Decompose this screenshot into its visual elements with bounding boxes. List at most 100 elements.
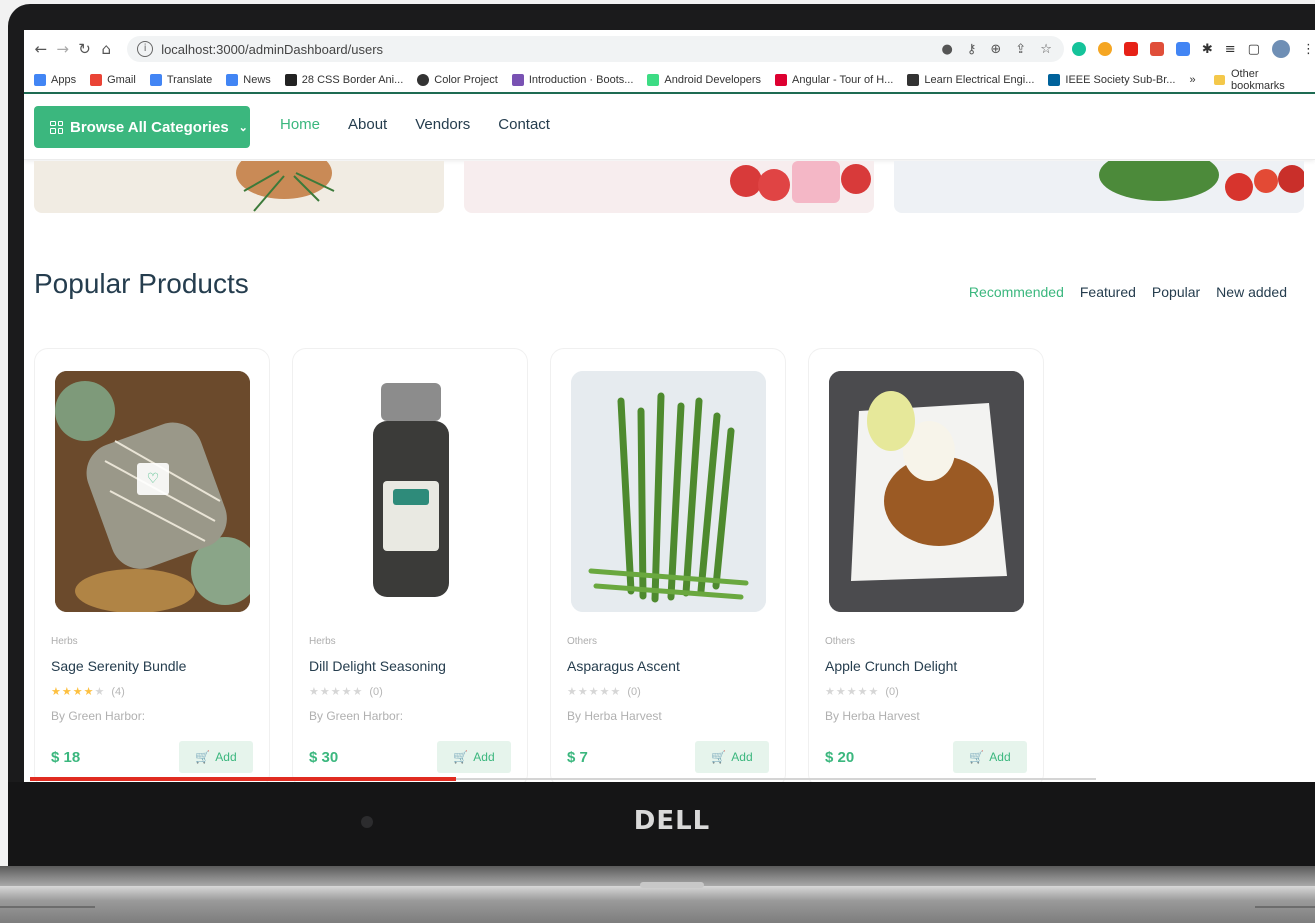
promo-banner[interactable]	[34, 161, 444, 213]
product-card[interactable]: ♡ Herbs Sage Serenity Bundle ★★★★★ (4) B…	[34, 348, 270, 782]
add-to-cart-button[interactable]: 🛒 Add	[953, 741, 1027, 773]
review-count: (4)	[111, 685, 125, 698]
reading-list-icon[interactable]: ≡	[1225, 42, 1236, 57]
bookmark-item[interactable]: Gmail	[90, 74, 136, 86]
bookmark-item[interactable]: News	[226, 74, 271, 86]
grammarly-extension-icon[interactable]	[1071, 42, 1086, 56]
laptop-base-groove	[0, 906, 95, 908]
address-bar[interactable]: i localhost:3000/adminDashboard/users ● …	[127, 36, 1064, 62]
product-card[interactable]: Others Asparagus Ascent ★★★★★ (0) By Her…	[550, 348, 786, 782]
spice-jar-image	[373, 383, 449, 597]
bookmark-item[interactable]: Android Developers	[647, 74, 761, 86]
tab-featured[interactable]: Featured	[1080, 284, 1136, 300]
side-panel-icon[interactable]: ▢	[1248, 42, 1260, 57]
product-name[interactable]: Apple Crunch Delight	[825, 658, 957, 674]
youtube-extension-icon[interactable]	[1123, 42, 1138, 56]
android-icon	[647, 74, 660, 86]
product-image-dill[interactable]	[313, 371, 508, 612]
add-label: Add	[215, 750, 237, 764]
product-price: $ 7	[567, 749, 588, 766]
other-bookmarks-button[interactable]: Other bookmarks	[1231, 68, 1311, 92]
star-rating-icons: ★★★★★	[51, 685, 106, 698]
nav-home[interactable]: Home	[280, 116, 320, 133]
video-progress-bar[interactable]	[30, 777, 456, 781]
product-vendor[interactable]: By Green Harbor:	[51, 709, 145, 723]
tab-popular[interactable]: Popular	[1152, 284, 1200, 300]
nav-vendors[interactable]: Vendors	[415, 116, 470, 133]
bookmark-item[interactable]: Apps	[34, 74, 76, 86]
banner-strawberry-image	[730, 161, 871, 203]
share-icon[interactable]: ⇪	[1015, 42, 1026, 57]
add-to-cart-button[interactable]: 🛒 Add	[179, 741, 253, 773]
profile-avatar[interactable]	[1271, 40, 1290, 58]
laptop-hinge-notch	[640, 882, 704, 888]
browser-menu-icon[interactable]: ⋮	[1302, 42, 1315, 57]
product-image-asparagus[interactable]	[571, 371, 766, 612]
review-count: (0)	[369, 685, 383, 698]
honey-extension-icon[interactable]	[1097, 42, 1112, 56]
bookmark-favicon-icon	[284, 74, 297, 86]
reload-icon[interactable]: ↻	[74, 40, 96, 58]
browse-categories-button[interactable]: Browse All Categories ⌄	[34, 106, 250, 148]
home-icon[interactable]: ⌂	[95, 40, 117, 58]
product-vendor[interactable]: By Herba Harvest	[825, 709, 920, 723]
product-vendor[interactable]: By Green Harbor:	[309, 709, 403, 723]
key-icon[interactable]: ⚷	[967, 42, 977, 57]
tp-extension-icon[interactable]	[1149, 42, 1164, 56]
product-category: Others	[567, 636, 598, 647]
product-category: Herbs	[309, 636, 336, 647]
promo-banner[interactable]	[894, 161, 1304, 213]
chevron-down-icon: ⌄	[238, 121, 248, 134]
webcam	[361, 816, 373, 828]
bookmark-favicon-icon	[417, 74, 430, 86]
product-category: Others	[825, 636, 856, 647]
product-price: $ 30	[309, 749, 339, 766]
location-icon[interactable]: ●	[942, 42, 953, 57]
browser-window: ← → ↻ ⌂ i localhost:3000/adminDashboard/…	[24, 30, 1315, 782]
tab-new-added[interactable]: New added	[1216, 284, 1287, 300]
product-image-apple-crunch[interactable]	[829, 371, 1024, 612]
tab-recommended[interactable]: Recommended	[969, 284, 1064, 300]
add-to-cart-button[interactable]: 🛒 Add	[695, 741, 769, 773]
site-info-icon[interactable]: i	[137, 41, 154, 57]
product-vendor[interactable]: By Herba Harvest	[567, 709, 662, 723]
product-card[interactable]: Herbs Dill Delight Seasoning ★★★★★ (0) B…	[292, 348, 528, 782]
forward-icon[interactable]: →	[52, 40, 74, 58]
laptop-scene: ← → ↻ ⌂ i localhost:3000/adminDashboard/…	[0, 0, 1315, 923]
extensions-puzzle-icon[interactable]: ✱	[1202, 42, 1213, 57]
nav-about[interactable]: About	[348, 116, 387, 133]
wishlist-heart-icon[interactable]: ♡	[137, 463, 169, 495]
product-card[interactable]: Others Apple Crunch Delight ★★★★★ (0) By…	[808, 348, 1044, 782]
nav-contact[interactable]: Contact	[498, 116, 550, 133]
add-label: Add	[473, 750, 495, 764]
bookmark-item[interactable]: IEEE Society Sub-Br...	[1048, 74, 1175, 86]
more-bookmarks-button[interactable]: »	[1189, 74, 1195, 86]
product-name[interactable]: Sage Serenity Bundle	[51, 658, 186, 674]
product-name[interactable]: Dill Delight Seasoning	[309, 658, 446, 674]
product-image-sage[interactable]: ♡	[55, 371, 250, 612]
bookmark-item[interactable]: Introduction · Boots...	[511, 74, 633, 86]
asparagus-image	[571, 371, 766, 612]
translate-extension-icon[interactable]	[1175, 42, 1190, 56]
laptop-base	[0, 886, 1315, 923]
product-rating: ★★★★★ (0)	[309, 685, 383, 698]
bootstrap-icon	[511, 74, 524, 86]
cart-icon: 🛒	[969, 750, 985, 764]
bookmark-item[interactable]: Angular - Tour of H...	[775, 74, 893, 86]
product-price: $ 20	[825, 749, 855, 766]
video-progress-track[interactable]	[456, 778, 1096, 780]
product-name[interactable]: Asparagus Ascent	[567, 658, 680, 674]
bookmark-star-icon[interactable]: ☆	[1040, 42, 1052, 57]
bookmark-item[interactable]: Learn Electrical Engi...	[907, 74, 1034, 86]
bookmarks-bar: Apps Gmail Translate News 28 CSS Border …	[24, 68, 1315, 94]
install-icon[interactable]: ⊕	[990, 42, 1001, 57]
bookmark-favicon-icon	[907, 74, 920, 86]
promo-banner[interactable]	[464, 161, 874, 213]
bookmark-item[interactable]: Color Project	[417, 74, 498, 86]
bookmark-item[interactable]: Translate	[149, 74, 212, 86]
add-to-cart-button[interactable]: 🛒 Add	[437, 741, 511, 773]
product-rating: ★★★★★ (0)	[825, 685, 899, 698]
product-filter-tabs: Recommended Featured Popular New added	[969, 284, 1287, 300]
back-icon[interactable]: ←	[30, 40, 52, 58]
bookmark-item[interactable]: 28 CSS Border Ani...	[284, 74, 403, 86]
